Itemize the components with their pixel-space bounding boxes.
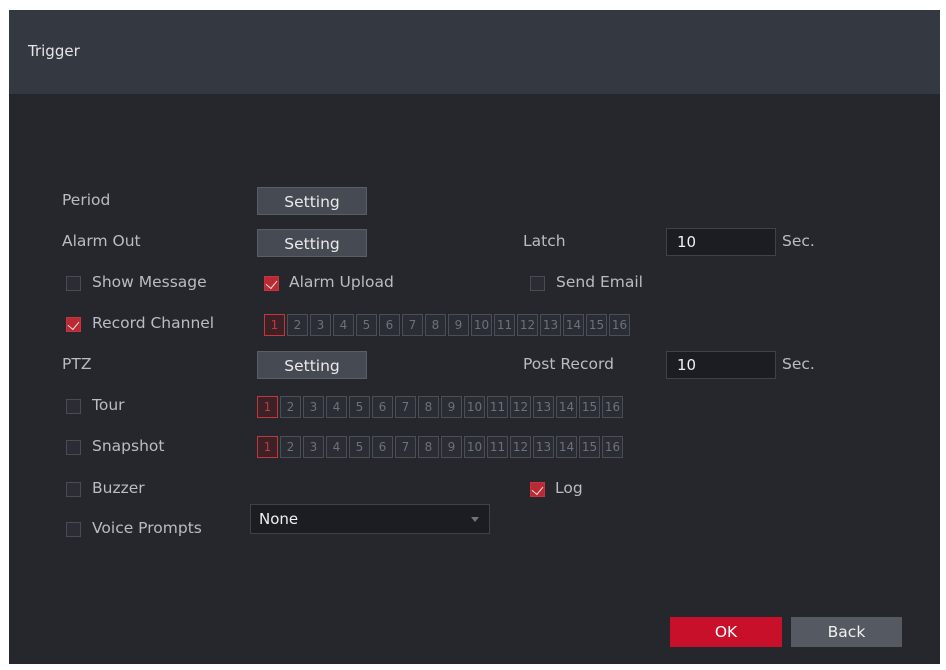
tour-channel-2[interactable]: 2 — [280, 396, 301, 418]
period-label: Period — [62, 191, 111, 209]
record-channel-checkbox[interactable] — [66, 317, 81, 332]
tour-channel-12[interactable]: 12 — [510, 396, 531, 418]
back-button[interactable]: Back — [791, 617, 902, 647]
buzzer-label: Buzzer — [92, 479, 145, 497]
show-message-label: Show Message — [92, 273, 207, 291]
record-channel-8[interactable]: 8 — [425, 314, 446, 336]
snapshot-channel-6[interactable]: 6 — [372, 436, 393, 458]
latch-input[interactable]: 10 — [666, 228, 776, 256]
record-channel-10[interactable]: 10 — [471, 314, 492, 336]
tour-channel-13[interactable]: 13 — [533, 396, 554, 418]
post-record-unit: Sec. — [782, 355, 815, 373]
record-channel-7[interactable]: 7 — [402, 314, 423, 336]
send-email-label: Send Email — [556, 273, 643, 291]
latch-unit: Sec. — [782, 232, 815, 250]
record-channel-2[interactable]: 2 — [287, 314, 308, 336]
snapshot-channel-16[interactable]: 16 — [602, 436, 623, 458]
tour-label: Tour — [92, 396, 125, 414]
tour-checkbox[interactable] — [66, 399, 81, 414]
tour-channel-3[interactable]: 3 — [303, 396, 324, 418]
voice-prompts-select[interactable]: None — [250, 504, 490, 534]
snapshot-label: Snapshot — [92, 437, 165, 455]
record-channel-13[interactable]: 13 — [540, 314, 561, 336]
record-channel-6[interactable]: 6 — [379, 314, 400, 336]
snapshot-channel-15[interactable]: 15 — [579, 436, 600, 458]
tour-channel-7[interactable]: 7 — [395, 396, 416, 418]
record-channel-5[interactable]: 5 — [356, 314, 377, 336]
tour-channel-6[interactable]: 6 — [372, 396, 393, 418]
record-channel-3[interactable]: 3 — [310, 314, 331, 336]
record-channel-9[interactable]: 9 — [448, 314, 469, 336]
snapshot-channel-10[interactable]: 10 — [464, 436, 485, 458]
snapshot-channel-4[interactable]: 4 — [326, 436, 347, 458]
post-record-input[interactable]: 10 — [666, 351, 776, 379]
trigger-dialog: Trigger — [9, 10, 940, 664]
alarm-out-label: Alarm Out — [62, 232, 141, 250]
record-channel-14[interactable]: 14 — [563, 314, 584, 336]
buzzer-checkbox[interactable] — [66, 482, 81, 497]
tour-channel-1[interactable]: 1 — [257, 396, 278, 418]
snapshot-channel-8[interactable]: 8 — [418, 436, 439, 458]
latch-label: Latch — [523, 232, 566, 250]
tour-channel-10[interactable]: 10 — [464, 396, 485, 418]
tour-channel-9[interactable]: 9 — [441, 396, 462, 418]
snapshot-channel-2[interactable]: 2 — [280, 436, 301, 458]
snapshot-channel-3[interactable]: 3 — [303, 436, 324, 458]
record-channel-1[interactable]: 1 — [264, 314, 285, 336]
voice-prompts-selected: None — [259, 510, 299, 528]
tour-channel-4[interactable]: 4 — [326, 396, 347, 418]
tour-channel-15[interactable]: 15 — [579, 396, 600, 418]
snapshot-channel-13[interactable]: 13 — [533, 436, 554, 458]
alarm-upload-checkbox[interactable] — [264, 276, 279, 291]
snapshot-channel-selector: 1 2 3 4 5 6 7 8 9 10 11 12 13 14 15 16 — [257, 436, 623, 458]
record-channel-selector: 1 2 3 4 5 6 7 8 9 10 11 12 13 14 15 16 — [264, 314, 630, 336]
voice-prompts-label: Voice Prompts — [92, 519, 202, 537]
period-setting-button[interactable]: Setting — [257, 187, 367, 215]
tour-channel-16[interactable]: 16 — [602, 396, 623, 418]
snapshot-channel-12[interactable]: 12 — [510, 436, 531, 458]
log-label: Log — [555, 479, 583, 497]
snapshot-channel-9[interactable]: 9 — [441, 436, 462, 458]
record-channel-16[interactable]: 16 — [609, 314, 630, 336]
dialog-title: Trigger — [28, 42, 80, 60]
tour-channel-selector: 1 2 3 4 5 6 7 8 9 10 11 12 13 14 15 16 — [257, 396, 623, 418]
ptz-label: PTZ — [62, 355, 92, 373]
voice-prompts-checkbox[interactable] — [66, 522, 81, 537]
send-email-checkbox[interactable] — [530, 276, 545, 291]
record-channel-15[interactable]: 15 — [586, 314, 607, 336]
tour-channel-8[interactable]: 8 — [418, 396, 439, 418]
tour-channel-5[interactable]: 5 — [349, 396, 370, 418]
snapshot-channel-5[interactable]: 5 — [349, 436, 370, 458]
alarm-upload-label: Alarm Upload — [289, 273, 394, 291]
tour-channel-11[interactable]: 11 — [487, 396, 508, 418]
snapshot-channel-11[interactable]: 11 — [487, 436, 508, 458]
record-channel-12[interactable]: 12 — [517, 314, 538, 336]
post-record-label: Post Record — [523, 355, 614, 373]
snapshot-channel-14[interactable]: 14 — [556, 436, 577, 458]
dropdown-arrow-icon — [471, 517, 479, 522]
alarm-out-setting-button[interactable]: Setting — [257, 229, 367, 257]
snapshot-channel-1[interactable]: 1 — [257, 436, 278, 458]
ok-button[interactable]: OK — [670, 617, 782, 647]
log-checkbox[interactable] — [530, 482, 545, 497]
record-channel-11[interactable]: 11 — [494, 314, 515, 336]
snapshot-channel-7[interactable]: 7 — [395, 436, 416, 458]
record-channel-label: Record Channel — [92, 314, 215, 332]
snapshot-checkbox[interactable] — [66, 440, 81, 455]
record-channel-4[interactable]: 4 — [333, 314, 354, 336]
show-message-checkbox[interactable] — [66, 276, 81, 291]
ptz-setting-button[interactable]: Setting — [257, 351, 367, 379]
tour-channel-14[interactable]: 14 — [556, 396, 577, 418]
dialog-titlebar: Trigger — [9, 10, 940, 94]
